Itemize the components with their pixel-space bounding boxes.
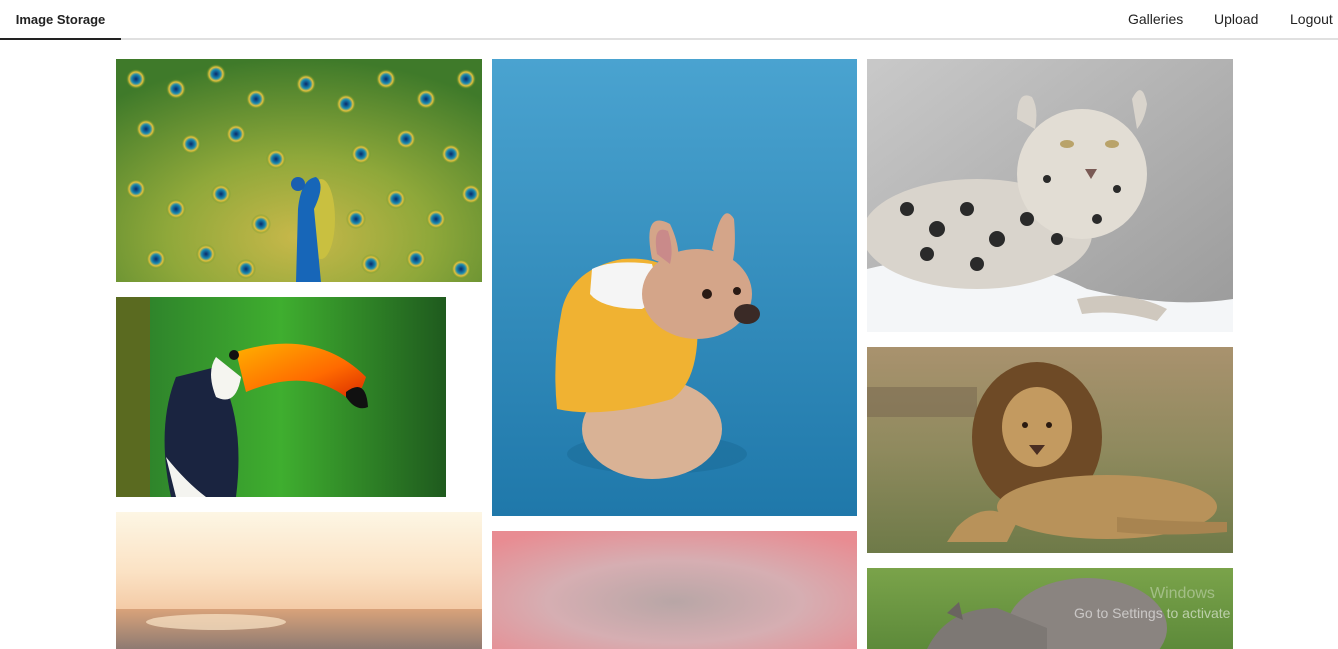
nav-galleries-link[interactable]: Galleries <box>1128 0 1183 38</box>
top-navbar: Image Storage Galleries Upload Logout <box>0 0 1338 40</box>
gallery-image-sunset-sea[interactable] <box>116 512 482 649</box>
nav-upload-link[interactable]: Upload <box>1214 0 1258 38</box>
gallery-image-blurred-pink[interactable] <box>492 531 857 649</box>
gallery-image-lion[interactable] <box>867 347 1233 553</box>
brand-link[interactable]: Image Storage <box>0 0 121 40</box>
gallery-image-peacock[interactable] <box>116 59 482 282</box>
gallery-image-toucan[interactable] <box>116 297 446 497</box>
windows-activation-title: Windows <box>1150 585 1215 602</box>
windows-activation-text: Go to Settings to activate Windows. <box>1074 605 1295 621</box>
gallery-image-snow-leopard[interactable] <box>867 59 1233 332</box>
gallery-image-french-bulldog[interactable] <box>492 59 857 516</box>
nav-logout-link[interactable]: Logout <box>1290 0 1333 38</box>
